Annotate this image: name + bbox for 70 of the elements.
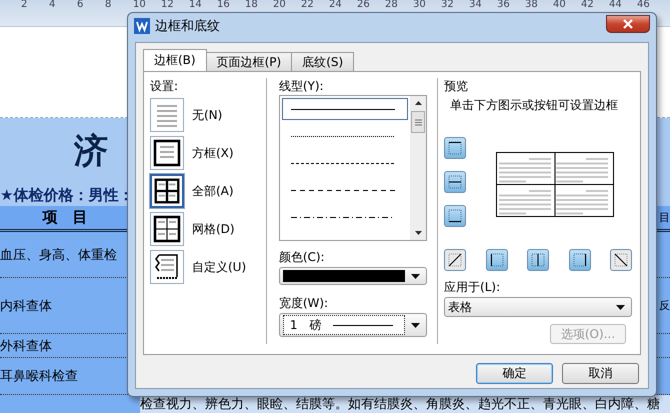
tab[interactable]: 边框(B) xyxy=(143,49,207,71)
width-unit: 磅 xyxy=(309,316,322,334)
caret-icon xyxy=(411,274,420,278)
border-toggle-button[interactable] xyxy=(444,136,466,159)
price-label: ★体检价格：男性： xyxy=(0,186,134,204)
width-value: 1 xyxy=(290,318,298,332)
setting-option[interactable] xyxy=(150,250,184,284)
field-label: 线型(Y): xyxy=(278,78,325,94)
border-preset-icon xyxy=(151,137,183,169)
window-title: 边框和底纹 xyxy=(155,18,220,35)
border-icon xyxy=(447,252,464,268)
dropdown-value: 表格 xyxy=(448,298,474,316)
column-header: 项 目 xyxy=(41,208,88,227)
caret-icon xyxy=(616,304,626,310)
border-toggle-button[interactable] xyxy=(486,249,508,272)
border-icon xyxy=(488,252,505,268)
table-cell-text: 外科查体 xyxy=(0,338,53,354)
tab[interactable]: 页面边框(P) xyxy=(206,52,292,71)
table-cell-text: 耳鼻喉科检查 xyxy=(0,368,79,385)
section-label: 设置: xyxy=(150,78,180,94)
scroll-thumb[interactable] xyxy=(411,111,426,133)
border-icon xyxy=(447,174,464,190)
tab[interactable]: 底纹(S) xyxy=(291,52,354,71)
table-cell-text: 血压、身高、体重检 xyxy=(0,246,118,264)
table-cell: 反 xyxy=(659,298,670,313)
border-toggle-button[interactable] xyxy=(444,170,466,193)
close-button[interactable] xyxy=(606,14,650,32)
table-cell-text: 内科查体 xyxy=(0,298,53,314)
field-label: 宽度(W): xyxy=(278,295,330,311)
option-label: 全部(A) xyxy=(192,182,234,200)
border-toggle-button[interactable] xyxy=(568,249,591,272)
scrollbar[interactable] xyxy=(410,96,426,240)
border-toggle-button[interactable] xyxy=(444,249,466,272)
border-toggle-button[interactable] xyxy=(527,249,550,272)
color-dropdown[interactable] xyxy=(278,267,428,285)
ruler-number: 4 xyxy=(49,0,56,10)
field-label: 颜色(C): xyxy=(278,249,326,265)
scroll-up-icon xyxy=(414,101,422,105)
border-icon xyxy=(447,208,464,224)
close-icon xyxy=(622,18,634,28)
width-dropdown[interactable]: 1 磅 xyxy=(278,313,428,337)
ruler-number: 44 xyxy=(609,0,623,10)
document-title: 济 xyxy=(74,130,108,173)
option-label: 网格(D) xyxy=(192,220,235,238)
hint-text: 单击下方图示或按钮可设置边框 xyxy=(449,97,620,114)
setting-option[interactable] xyxy=(150,212,184,246)
option-label: 无(N) xyxy=(192,106,222,124)
grip-icon xyxy=(414,118,422,126)
border-icon xyxy=(447,140,464,156)
setting-option[interactable] xyxy=(150,136,184,170)
caret-icon xyxy=(411,322,420,328)
line-style-option[interactable] xyxy=(282,98,408,120)
option-label: 自定义(U) xyxy=(192,258,246,276)
border-icon xyxy=(530,252,546,268)
line-sample xyxy=(333,324,394,326)
border-icon xyxy=(613,252,630,268)
field-label: 应用于(L): xyxy=(444,279,502,296)
column-header: 目 xyxy=(659,210,670,225)
ruler-number: 14 xyxy=(189,0,203,10)
apply-to-dropdown[interactable]: 表格 xyxy=(444,297,632,317)
border-preset-icon xyxy=(151,213,183,245)
dialog-button[interactable]: 取消 xyxy=(562,363,639,384)
border-icon xyxy=(572,252,588,268)
dialog-button[interactable]: 确定 xyxy=(476,363,553,384)
option-label: 方框(X) xyxy=(192,144,234,162)
app-logo-icon xyxy=(134,18,150,34)
border-toggle-button[interactable] xyxy=(610,249,632,272)
setting-option[interactable] xyxy=(150,174,184,208)
border-toggle-button[interactable] xyxy=(444,204,466,227)
section-label: 预览 xyxy=(444,78,470,94)
